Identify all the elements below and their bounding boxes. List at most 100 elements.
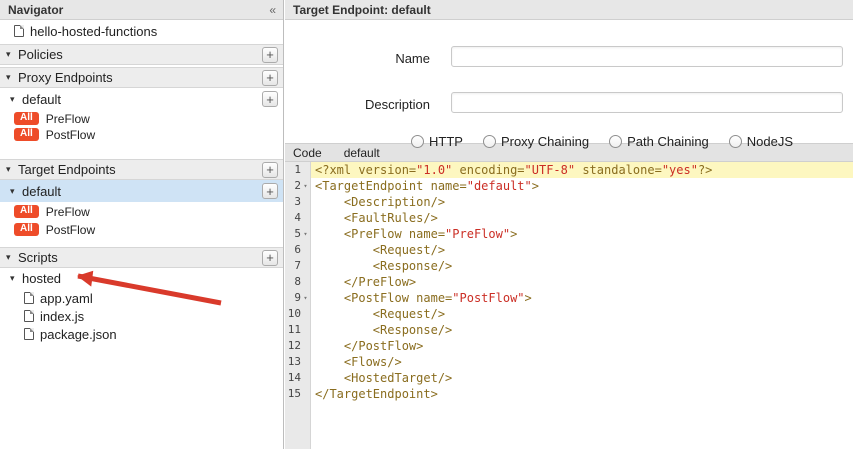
radio-http-label: HTTP	[429, 134, 463, 149]
code-line[interactable]: <Response/>	[311, 258, 853, 274]
section-scripts-label: Scripts	[18, 250, 58, 265]
add-proxy-flow-button[interactable]: +	[262, 91, 278, 107]
radio-path-chaining-label: Path Chaining	[627, 134, 709, 149]
section-target-endpoints[interactable]: ▾ Target Endpoints +	[0, 159, 283, 180]
file-icon	[24, 328, 34, 340]
scripts-hosted-folder[interactable]: ▾ hosted	[0, 268, 283, 289]
gutter-line-number[interactable]: 5▾	[285, 226, 310, 242]
spacer	[0, 143, 283, 157]
caret-down-icon: ▾	[10, 273, 22, 284]
section-policies[interactable]: ▾ Policies +	[0, 44, 283, 65]
code-line[interactable]: <?xml version="1.0" encoding="UTF-8" sta…	[311, 162, 853, 178]
gutter-line-number: 13	[285, 354, 310, 370]
gutter-line-number: 6	[285, 242, 310, 258]
all-badge: All	[14, 223, 39, 236]
gutter-line-number: 1	[285, 162, 310, 178]
proxy-postflow-item[interactable]: All PostFlow	[0, 127, 283, 142]
all-badge: All	[14, 205, 39, 218]
fold-arrow-icon: ▾	[301, 178, 310, 194]
endpoint-type-radio-group: HTTP Proxy Chaining Path Chaining NodeJS	[411, 134, 793, 149]
caret-down-icon: ▾	[6, 252, 18, 263]
description-input[interactable]	[451, 92, 843, 113]
target-endpoint-default-label: default	[22, 184, 61, 199]
app-root: Navigator « hello-hosted-functions ▾ Pol…	[0, 0, 853, 449]
code-line[interactable]: <Request/>	[311, 306, 853, 322]
caret-down-icon: ▾	[6, 49, 18, 60]
target-postflow-item[interactable]: All PostFlow	[0, 221, 283, 238]
code-line[interactable]: <PreFlow name="PreFlow">	[311, 226, 853, 242]
proxy-endpoint-default[interactable]: ▾ default +	[0, 88, 283, 110]
radio-circle-icon	[729, 135, 742, 148]
section-scripts[interactable]: ▾ Scripts +	[0, 247, 283, 268]
code-editor[interactable]: 12▾345▾6789▾101112131415 <?xml version="…	[285, 162, 853, 449]
caret-down-icon: ▾	[6, 164, 18, 175]
radio-proxy-chaining[interactable]: Proxy Chaining	[483, 134, 589, 149]
add-target-flow-button[interactable]: +	[262, 183, 278, 199]
endpoint-form: Name Description HTTP Proxy Chaining Pat…	[285, 20, 853, 143]
code-line[interactable]: <HostedTarget/>	[311, 370, 853, 386]
gutter-line-number: 12	[285, 338, 310, 354]
bundle-item[interactable]: hello-hosted-functions	[0, 20, 283, 42]
radio-http[interactable]: HTTP	[411, 134, 463, 149]
spacer	[0, 239, 283, 245]
section-proxy-endpoints-label: Proxy Endpoints	[18, 70, 113, 85]
description-label: Description	[285, 97, 430, 112]
code-line[interactable]: <Flows/>	[311, 354, 853, 370]
caret-down-icon: ▾	[10, 94, 22, 105]
radio-path-chaining[interactable]: Path Chaining	[609, 134, 709, 149]
navigator-header: Navigator «	[0, 0, 283, 20]
code-line[interactable]: <Description/>	[311, 194, 853, 210]
file-label: index.js	[40, 309, 84, 324]
gutter-line-number: 7	[285, 258, 310, 274]
gutter-line-number: 14	[285, 370, 310, 386]
bundle-icon	[14, 25, 24, 37]
script-file-package-json[interactable]: package.json	[0, 325, 283, 343]
name-label: Name	[285, 51, 430, 66]
code-line[interactable]: <FaultRules/>	[311, 210, 853, 226]
caret-down-icon: ▾	[10, 186, 22, 197]
section-policies-label: Policies	[18, 47, 63, 62]
code-line[interactable]: <PostFlow name="PostFlow">	[311, 290, 853, 306]
bundle-label: hello-hosted-functions	[30, 24, 157, 39]
file-icon	[24, 292, 34, 304]
script-file-index-js[interactable]: index.js	[0, 307, 283, 325]
gutter-line-number: 11	[285, 322, 310, 338]
collapse-panel-icon[interactable]: «	[269, 3, 275, 17]
add-target-endpoint-button[interactable]: +	[262, 162, 278, 178]
proxy-preflow-item[interactable]: All PreFlow	[0, 111, 283, 126]
gutter-line-number[interactable]: 9▾	[285, 290, 310, 306]
add-policy-button[interactable]: +	[262, 47, 278, 63]
radio-circle-icon	[483, 135, 496, 148]
panel-header: Target Endpoint: default	[285, 0, 853, 20]
code-line[interactable]: </TargetEndpoint>	[311, 386, 853, 402]
proxy-endpoint-default-label: default	[22, 92, 61, 107]
radio-nodejs[interactable]: NodeJS	[729, 134, 793, 149]
target-endpoint-default[interactable]: ▾ default +	[0, 180, 283, 202]
code-line[interactable]: </PostFlow>	[311, 338, 853, 354]
navigator-panel: Navigator « hello-hosted-functions ▾ Pol…	[0, 0, 284, 449]
target-preflow-item[interactable]: All PreFlow	[0, 203, 283, 220]
code-line[interactable]: </PreFlow>	[311, 274, 853, 290]
section-proxy-endpoints[interactable]: ▾ Proxy Endpoints +	[0, 67, 283, 88]
code-line[interactable]: <Request/>	[311, 242, 853, 258]
preflow-label: PreFlow	[46, 112, 90, 126]
script-file-app-yaml[interactable]: app.yaml	[0, 289, 283, 307]
add-script-button[interactable]: +	[262, 250, 278, 266]
gutter-line-number[interactable]: 2▾	[285, 178, 310, 194]
code-tab-label: Code	[293, 146, 322, 160]
name-input[interactable]	[451, 46, 843, 67]
file-icon	[24, 310, 34, 322]
radio-circle-icon	[609, 135, 622, 148]
add-proxy-endpoint-button[interactable]: +	[262, 70, 278, 86]
navigator-title: Navigator	[8, 3, 63, 17]
preflow-label: PreFlow	[46, 205, 90, 219]
gutter-line-number: 4	[285, 210, 310, 226]
all-badge: All	[14, 128, 39, 141]
radio-nodejs-label: NodeJS	[747, 134, 793, 149]
code-line[interactable]: <TargetEndpoint name="default">	[311, 178, 853, 194]
postflow-label: PostFlow	[46, 223, 95, 237]
code-line[interactable]: <Response/>	[311, 322, 853, 338]
all-badge: All	[14, 112, 39, 125]
code-doc-name: default	[344, 146, 380, 160]
caret-down-icon: ▾	[6, 72, 18, 83]
